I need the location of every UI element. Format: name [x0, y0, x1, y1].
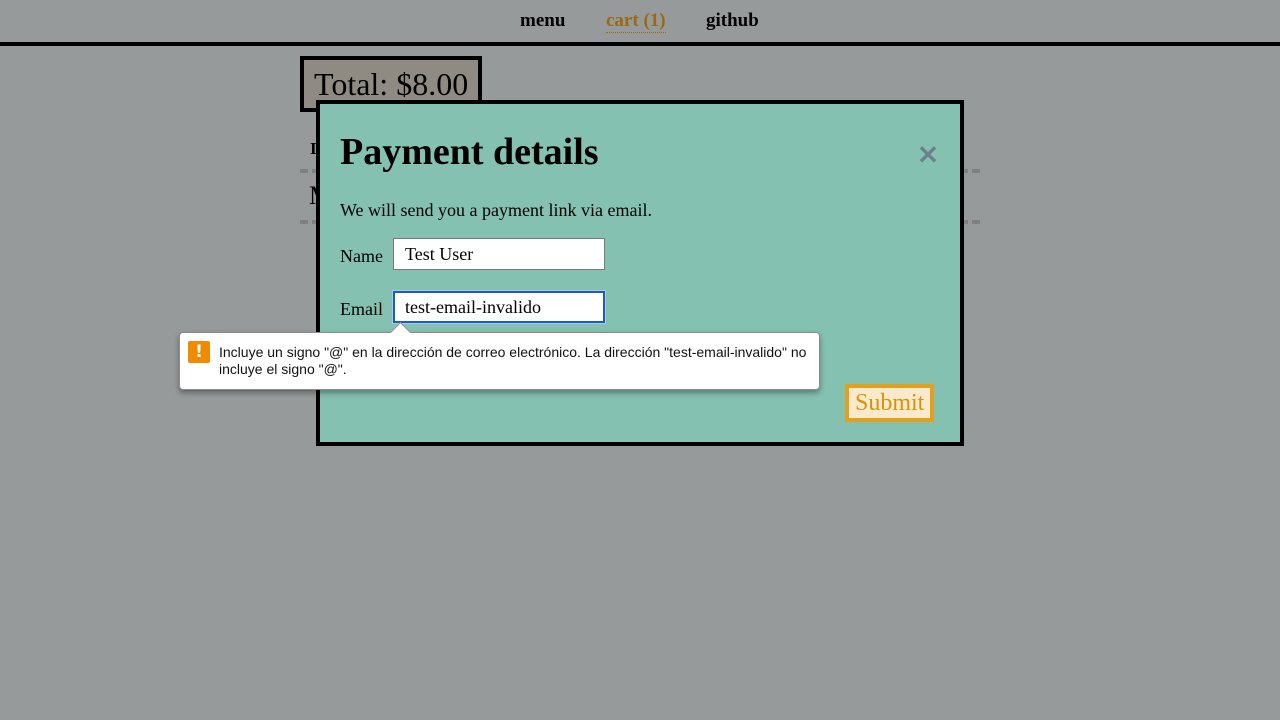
- nav-link-github[interactable]: github: [706, 10, 759, 32]
- modal-description: We will send you a payment link via emai…: [340, 200, 652, 220]
- payment-modal: Payment details × We will send you a pay…: [316, 100, 964, 446]
- warning-icon: !: [188, 341, 210, 363]
- name-input[interactable]: [393, 238, 605, 270]
- nav-link-cart[interactable]: cart (1): [606, 10, 666, 33]
- email-label: Email: [340, 299, 383, 319]
- name-label: Name: [340, 246, 383, 266]
- nav-link-menu[interactable]: menu: [520, 10, 565, 32]
- email-input[interactable]: [393, 291, 605, 323]
- validation-tooltip: ! Incluye un signo "@" en la dirección d…: [179, 321, 820, 390]
- tooltip-message: Incluye un signo "@" en la dirección de …: [219, 344, 807, 377]
- modal-title: Payment details: [340, 131, 599, 173]
- top-nav: menu cart (1) github: [0, 0, 1280, 46]
- submit-button[interactable]: Submit: [845, 384, 935, 422]
- close-icon[interactable]: ×: [916, 140, 940, 168]
